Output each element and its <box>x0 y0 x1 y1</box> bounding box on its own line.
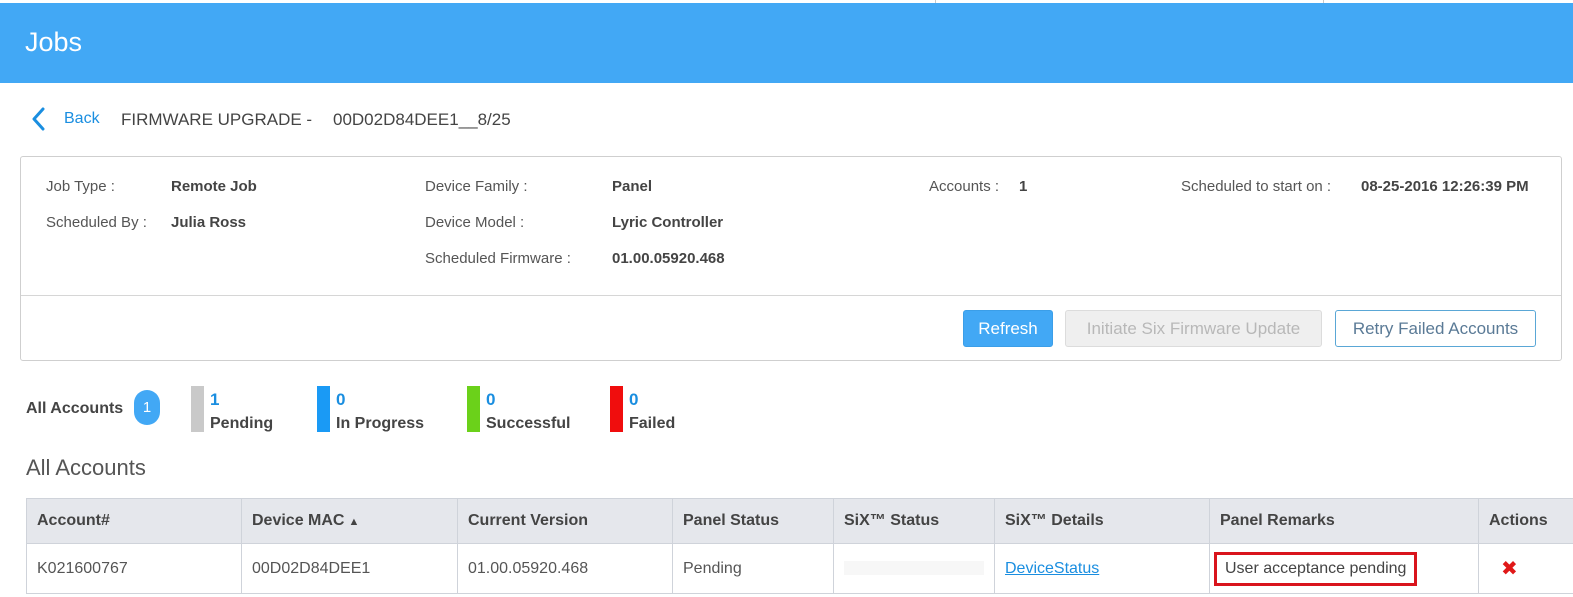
panel-remarks-highlight: User acceptance pending <box>1214 551 1418 586</box>
device-status-link[interactable]: DeviceStatus <box>1005 560 1099 577</box>
back-link[interactable]: Back <box>64 110 100 128</box>
filter-count: 0 <box>629 390 639 409</box>
delete-x-icon[interactable]: ✖ <box>1501 556 1518 581</box>
column-header-account[interactable]: Account# <box>26 498 242 544</box>
initiate-six-firmware-update-button[interactable]: Initiate Six Firmware Update <box>1065 310 1322 347</box>
six-status-indicator <box>844 561 984 575</box>
device-mac-cell: 00D02D84DEE1 <box>241 543 458 594</box>
filter-label: Pending <box>210 415 274 432</box>
actions-cell: ✖ <box>1478 543 1573 594</box>
scheduled-by-value: Julia Ross <box>171 214 247 231</box>
sort-ascending-icon[interactable]: ▲ <box>348 516 359 528</box>
column-header-label: Panel Remarks <box>1220 512 1335 529</box>
job-name: FIRMWARE UPGRADE - <box>121 110 313 129</box>
filter-count: 0 <box>486 390 496 409</box>
job-details-card: Job Type : Remote Job Scheduled By : Jul… <box>20 156 1562 361</box>
panel-remarks-cell: User acceptance pending <box>1209 543 1479 594</box>
all-accounts-count-badge[interactable]: 1 <box>134 390 160 425</box>
panel-status-cell: Pending <box>672 543 834 594</box>
retry-failed-accounts-button[interactable]: Retry Failed Accounts <box>1335 310 1536 347</box>
status-color-bar <box>610 386 623 432</box>
six-details-cell: DeviceStatus <box>994 543 1210 594</box>
accounts-table: Account# Device MAC ▲ Current Version Pan… <box>26 498 1573 594</box>
column-header-actions: Actions <box>1478 498 1573 544</box>
filter-label: Failed <box>629 415 676 432</box>
column-header-label: Device MAC <box>252 512 345 529</box>
all-accounts-filter[interactable]: All Accounts <box>26 400 123 418</box>
status-color-bar <box>191 386 204 432</box>
account-cell: K021600767 <box>26 543 242 594</box>
section-title: All Accounts <box>26 455 146 480</box>
job-type-value: Remote Job <box>171 178 257 195</box>
filter-count: 0 <box>336 390 346 409</box>
accounts-label: Accounts : <box>929 178 1000 195</box>
scheduled-start-value: 08-25-2016 12:26:39 PM <box>1361 178 1529 195</box>
table-row: K021600767 00D02D84DEE1 01.00.05920.468 … <box>26 543 1573 594</box>
column-header-panel-remarks[interactable]: Panel Remarks <box>1209 498 1479 544</box>
column-header-label: SiX™ Details <box>1005 512 1104 529</box>
column-header-label: SiX™ Status <box>844 512 940 529</box>
column-header-label: Account# <box>37 512 110 529</box>
device-model-value: Lyric Controller <box>612 214 724 231</box>
scheduled-firmware-value: 01.00.05920.468 <box>612 250 725 267</box>
column-header-six-status[interactable]: SiX™ Status <box>833 498 995 544</box>
chevron-left-icon[interactable] <box>28 106 48 132</box>
scheduled-by-label: Scheduled By : <box>46 214 147 231</box>
filter-count: 1 <box>210 390 220 409</box>
device-family-value: Panel <box>612 178 653 195</box>
column-header-device-mac[interactable]: Device MAC ▲ <box>241 498 458 544</box>
column-header-label: Current Version <box>468 512 589 529</box>
refresh-button[interactable]: Refresh <box>963 310 1053 347</box>
filter-label: In Progress <box>336 415 425 432</box>
scheduled-firmware-label: Scheduled Firmware : <box>425 250 571 267</box>
column-header-six-details[interactable]: SiX™ Details <box>994 498 1210 544</box>
device-family-label: Device Family : <box>425 178 528 195</box>
six-status-cell <box>833 543 995 594</box>
column-header-current-version[interactable]: Current Version <box>457 498 673 544</box>
status-color-bar <box>467 386 480 432</box>
accounts-value: 1 <box>1019 178 1028 195</box>
page-title: Jobs <box>25 27 83 57</box>
status-color-bar <box>317 386 330 432</box>
status-filters: All Accounts 1 1 Pending 0 In Progress 0… <box>26 386 746 436</box>
job-id: 00D02D84DEE1__8/25 <box>333 110 511 129</box>
column-header-label: Panel Status <box>683 512 780 529</box>
breadcrumb: Back FIRMWARE UPGRADE - 00D02D84DEE1__8/… <box>28 104 511 134</box>
column-header-label: Actions <box>1489 512 1548 529</box>
page-header: Jobs <box>0 3 1573 83</box>
filter-label: Successful <box>486 415 571 432</box>
card-divider <box>21 295 1561 296</box>
device-model-label: Device Model : <box>425 214 525 231</box>
current-version-cell: 01.00.05920.468 <box>457 543 673 594</box>
column-header-panel-status[interactable]: Panel Status <box>672 498 834 544</box>
table-header-row: Account# Device MAC ▲ Current Version Pan… <box>26 498 1573 544</box>
job-type-label: Job Type : <box>46 178 115 195</box>
